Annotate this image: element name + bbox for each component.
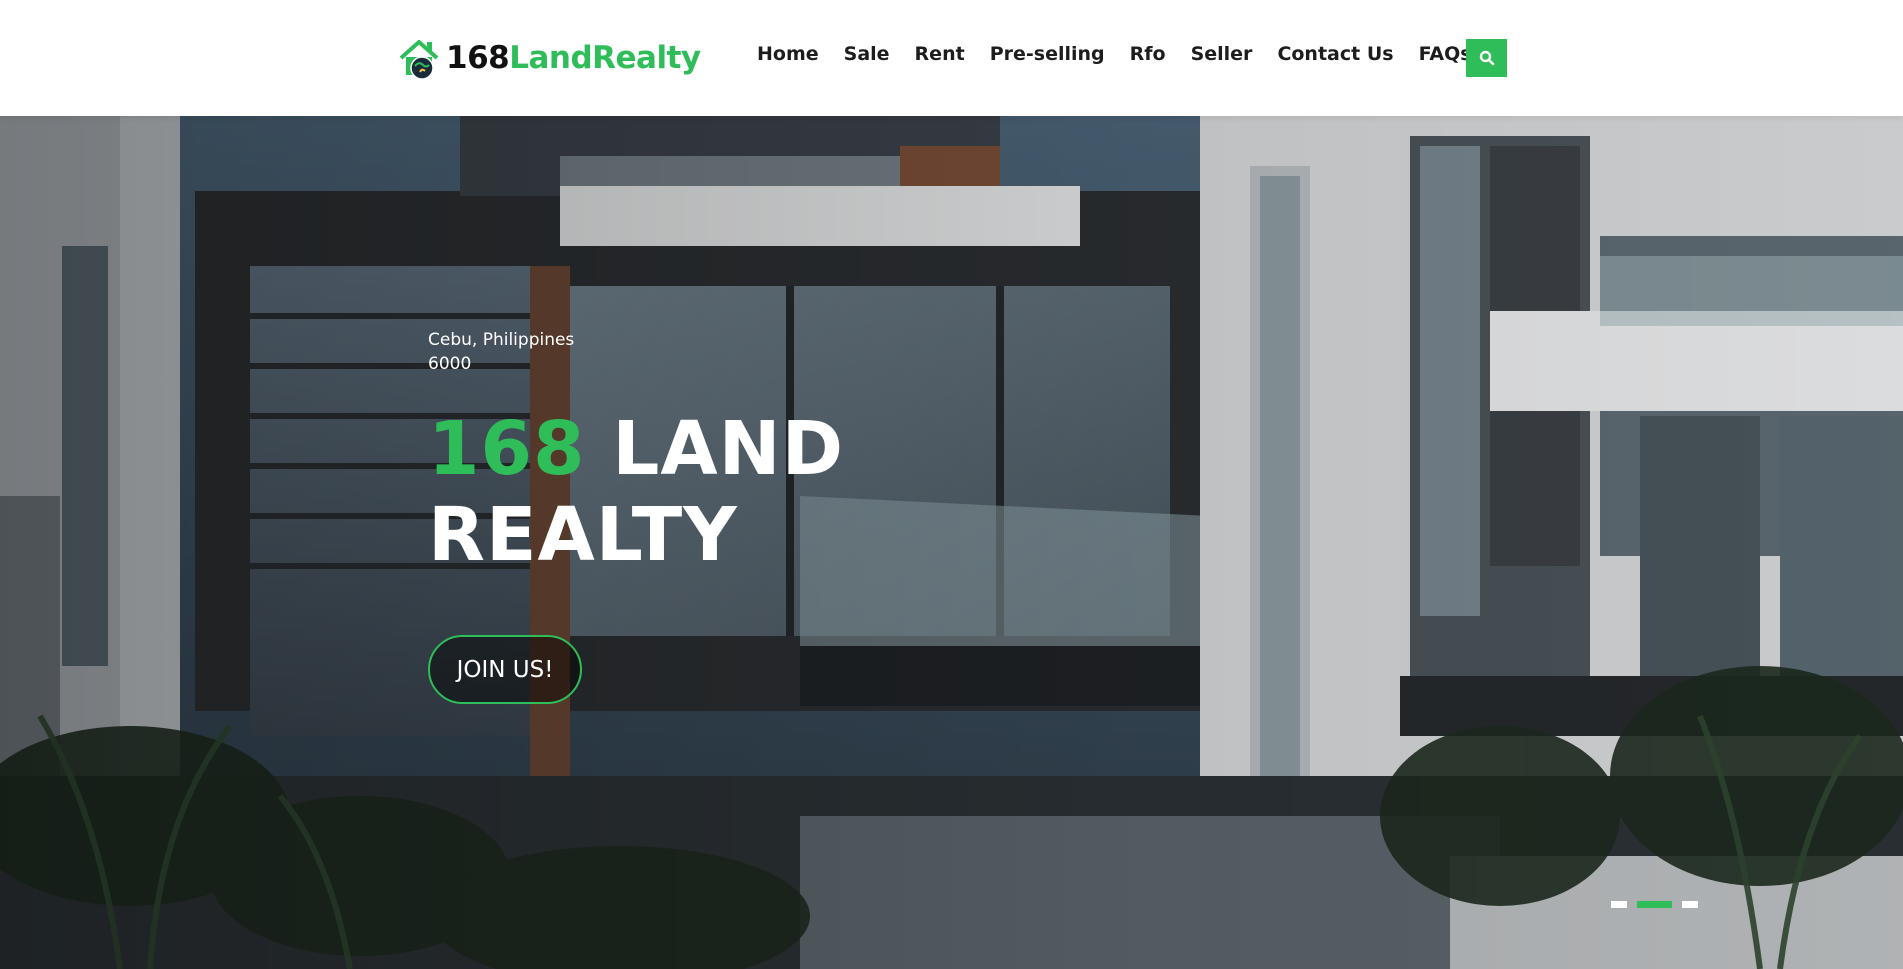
nav-contact-us[interactable]: Contact Us (1277, 43, 1393, 65)
site-logo[interactable]: 168LandRealty (398, 36, 701, 80)
nav-seller[interactable]: Seller (1191, 43, 1253, 65)
hero-title-line1: 168 LAND (428, 406, 844, 492)
nav-rent[interactable]: Rent (915, 43, 965, 65)
search-button[interactable] (1466, 39, 1507, 77)
hero-title-accent: 168 (428, 406, 586, 492)
nav-rfo[interactable]: Rfo (1130, 43, 1166, 65)
site-logo-text: 168LandRealty (446, 40, 701, 76)
logo-text-number: 168 (446, 40, 510, 76)
nav-pre-selling[interactable]: Pre-selling (990, 43, 1105, 65)
hero-title: 168 LAND REALTY (428, 406, 844, 578)
nav-faqs[interactable]: FAQs (1419, 43, 1472, 65)
slider-dot-3[interactable] (1682, 901, 1698, 908)
nav-sale[interactable]: Sale (844, 43, 890, 65)
nav-home[interactable]: Home (757, 43, 819, 65)
hero-title-line2: REALTY (428, 492, 738, 578)
hero-title-word: LAND (612, 406, 845, 492)
slider-pagination (1611, 901, 1698, 908)
hero-location-city: Cebu, Philippines (428, 330, 575, 350)
hero-location-zip: 6000 (428, 354, 472, 374)
logo-text-name: LandRealty (509, 40, 701, 76)
search-icon (1479, 50, 1494, 66)
slider-dot-1[interactable] (1611, 901, 1627, 908)
join-us-button[interactable]: JOIN US! (428, 635, 582, 704)
main-nav: Home Sale Rent Pre-selling Rfo Seller Co… (757, 40, 1472, 68)
slider-dot-2[interactable] (1637, 901, 1672, 908)
hero-slider: Cebu, Philippines 6000 168 LAND REALTY J… (0, 116, 1903, 969)
hero-location: Cebu, Philippines 6000 (428, 328, 574, 376)
hero-overlay (0, 116, 1903, 969)
house-logo-icon (399, 40, 439, 80)
site-header: 168LandRealty Home Sale Rent Pre-selling… (0, 0, 1903, 116)
